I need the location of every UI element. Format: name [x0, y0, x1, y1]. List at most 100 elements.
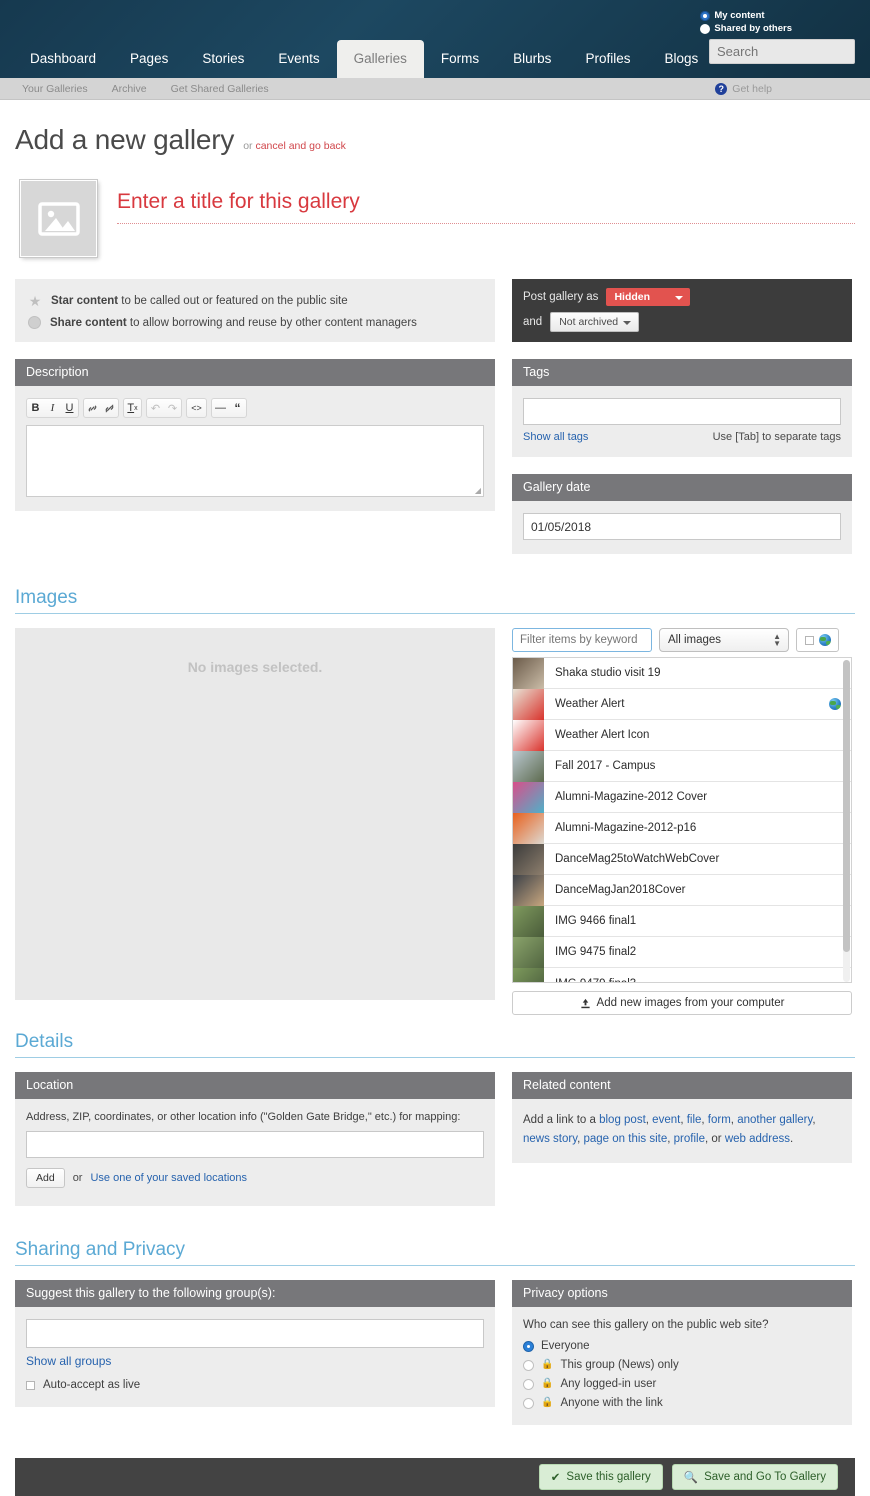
- subnav-item-your-galleries[interactable]: Your Galleries: [22, 78, 88, 100]
- suggest-groups-input[interactable]: [26, 1319, 484, 1348]
- image-name: Shaka studio visit 19: [555, 667, 661, 679]
- image-list-item[interactable]: Weather Alert: [513, 688, 851, 720]
- content-scope-option-my-content[interactable]: My content: [700, 10, 792, 21]
- nav-tab-stories[interactable]: Stories: [185, 40, 261, 78]
- undo-icon[interactable]: ↶: [147, 399, 164, 417]
- post-status-dropdown[interactable]: Hidden: [606, 288, 691, 306]
- shared-filter-toggle[interactable]: [796, 628, 839, 652]
- gallery-title-field-wrap: Enter a title for this gallery: [117, 180, 855, 224]
- image-name: IMG 9475 final2: [555, 946, 637, 958]
- resize-handle-icon[interactable]: ◢: [475, 486, 481, 495]
- show-all-groups-link[interactable]: Show all groups: [26, 1354, 111, 1368]
- related-link-news-story[interactable]: news story: [523, 1133, 577, 1145]
- star-content-row[interactable]: ★ Star content to be called out or featu…: [28, 294, 482, 308]
- saved-locations-link[interactable]: Use one of your saved locations: [90, 1172, 247, 1184]
- save-this-gallery-button[interactable]: ✔ Save this gallery: [538, 1464, 663, 1490]
- related-link-page-on-this-site[interactable]: page on this site: [584, 1133, 668, 1145]
- image-list-item[interactable]: DanceMag25toWatchWebCover: [513, 843, 851, 875]
- related-link-file[interactable]: file: [687, 1114, 702, 1126]
- tags-hint: Use [Tab] to separate tags: [712, 431, 841, 443]
- cancel-and-go-back-link[interactable]: cancel and go back: [255, 140, 345, 152]
- subnav-item-get-shared-galleries[interactable]: Get Shared Galleries: [171, 78, 269, 100]
- nav-tab-events[interactable]: Events: [261, 40, 336, 78]
- privacy-option-this-group-only[interactable]: 🔒 This group (News) only: [523, 1359, 841, 1371]
- privacy-option-label: Everyone: [541, 1340, 590, 1352]
- nav-tab-blogs[interactable]: Blogs: [647, 40, 715, 78]
- content-scope-option-shared-by-others[interactable]: Shared by others: [700, 23, 792, 34]
- blockquote-icon[interactable]: “: [229, 399, 246, 417]
- privacy-option-anyone-with-the-link[interactable]: 🔒 Anyone with the link: [523, 1397, 841, 1409]
- lock-icon: 🔒: [541, 1397, 554, 1408]
- image-list-item[interactable]: Shaka studio visit 19: [513, 658, 851, 689]
- image-list-item[interactable]: Weather Alert Icon: [513, 719, 851, 751]
- gallery-title-input[interactable]: Enter a title for this gallery: [117, 190, 855, 224]
- image-scope-select[interactable]: All images ▲ ▼: [659, 628, 789, 652]
- search-input[interactable]: [709, 39, 855, 64]
- period: .: [790, 1132, 794, 1145]
- description-textarea[interactable]: ◢: [26, 425, 484, 497]
- gallery-date-input[interactable]: [523, 513, 841, 540]
- archive-status-dropdown[interactable]: Not archived: [550, 312, 640, 332]
- privacy-options-panel-title: Privacy options: [512, 1280, 852, 1307]
- horizontal-rule-icon[interactable]: —: [212, 399, 229, 417]
- nav-tab-dashboard[interactable]: Dashboard: [13, 40, 113, 78]
- related-link-profile[interactable]: profile: [674, 1133, 705, 1145]
- nav-tab-profiles[interactable]: Profiles: [568, 40, 647, 78]
- check-icon: ✔: [550, 1472, 561, 1484]
- image-list-item[interactable]: DanceMagJan2018Cover: [513, 874, 851, 906]
- show-all-tags-link[interactable]: Show all tags: [523, 431, 588, 443]
- related-link-web-address[interactable]: web address: [725, 1133, 790, 1145]
- italic-icon[interactable]: I: [44, 399, 61, 417]
- image-list-item[interactable]: Alumni-Magazine-2012 Cover: [513, 781, 851, 813]
- related-link-another-gallery[interactable]: another gallery: [737, 1114, 812, 1126]
- details-section-heading: Details: [15, 1031, 855, 1058]
- clear-format-icon[interactable]: Tx: [124, 399, 141, 417]
- image-list-item[interactable]: Alumni-Magazine-2012-p16: [513, 812, 851, 844]
- upload-icon: [580, 998, 590, 1008]
- image-list-item[interactable]: IMG 9479 final3: [513, 968, 851, 982]
- radio-unselected-icon: [523, 1397, 534, 1409]
- image-list-item[interactable]: Fall 2017 - Campus: [513, 750, 851, 782]
- auto-accept-row[interactable]: Auto-accept as live: [26, 1379, 484, 1391]
- related-link-blog-post[interactable]: blog post: [599, 1114, 646, 1126]
- privacy-option-everyone[interactable]: Everyone: [523, 1340, 841, 1352]
- related-link-form[interactable]: form: [708, 1114, 731, 1126]
- source-code-icon[interactable]: <>: [187, 399, 206, 417]
- nav-tab-blurbs[interactable]: Blurbs: [496, 40, 568, 78]
- nav-tab-forms[interactable]: Forms: [424, 40, 496, 78]
- location-input[interactable]: [26, 1131, 484, 1158]
- right-column-top: Post gallery as Hidden and Not archived …: [512, 279, 852, 571]
- bold-icon[interactable]: B: [27, 399, 44, 417]
- image-list[interactable]: Shaka studio visit 19 Weather Alert Weathe…: [512, 657, 852, 983]
- image-list-item[interactable]: IMG 9466 final1: [513, 905, 851, 937]
- get-help-button[interactable]: ? Get help: [715, 78, 772, 100]
- location-panel-body: Address, ZIP, coordinates, or other loca…: [15, 1099, 495, 1206]
- nav-tab-galleries[interactable]: Galleries: [336, 40, 424, 78]
- gallery-thumbnail-placeholder[interactable]: [20, 180, 97, 257]
- privacy-option-any-logged-in-user[interactable]: 🔒 Any logged-in user: [523, 1378, 841, 1390]
- checkbox-icon[interactable]: [804, 635, 814, 645]
- link-icon[interactable]: [84, 399, 101, 417]
- image-list-item[interactable]: IMG 9475 final2: [513, 936, 851, 968]
- redo-icon[interactable]: ↷: [164, 399, 181, 417]
- share-content-row[interactable]: Share content to allow borrowing and reu…: [28, 316, 482, 329]
- nav-tab-pages[interactable]: Pages: [113, 40, 185, 78]
- radio-unselected-icon: [523, 1359, 534, 1371]
- image-name: Weather Alert: [555, 698, 625, 710]
- save-and-go-to-gallery-button[interactable]: 🔍 Save and Go To Gallery: [671, 1464, 838, 1490]
- tags-input[interactable]: [523, 398, 841, 425]
- subnav-item-archive[interactable]: Archive: [112, 78, 147, 100]
- description-panel-title: Description: [15, 359, 495, 386]
- privacy-options-panel: Privacy options Who can see this gallery…: [512, 1280, 852, 1425]
- underline-icon[interactable]: U: [61, 399, 78, 417]
- related-link-event[interactable]: event: [652, 1114, 680, 1126]
- shared-globe-icon: [829, 698, 841, 710]
- unlink-icon[interactable]: [101, 399, 118, 417]
- image-filter-input[interactable]: [512, 628, 652, 652]
- scrollbar-thumb[interactable]: [843, 660, 850, 952]
- radio-selected-icon: [523, 1340, 534, 1352]
- image-list-scrollbar[interactable]: [843, 660, 850, 982]
- add-new-images-button[interactable]: Add new images from your computer: [512, 991, 852, 1015]
- location-add-button[interactable]: Add: [26, 1168, 65, 1188]
- checkbox-icon[interactable]: [26, 1380, 35, 1390]
